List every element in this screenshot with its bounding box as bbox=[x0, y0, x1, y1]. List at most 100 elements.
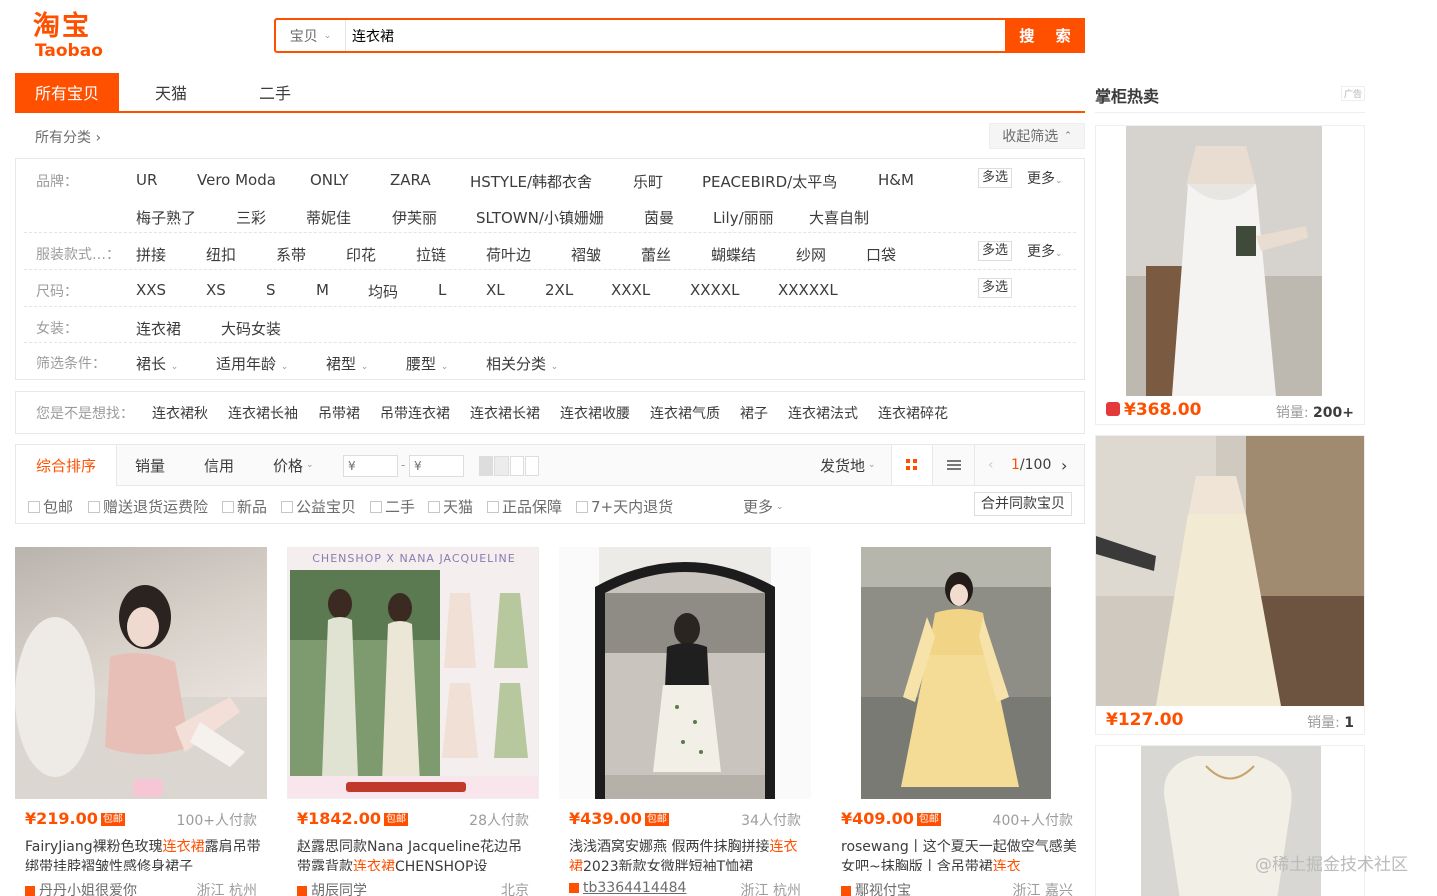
brand-option[interactable]: ONLY bbox=[310, 171, 349, 189]
multi-select-button[interactable]: 多选 bbox=[978, 241, 1013, 261]
multi-select-button[interactable]: 多选 bbox=[978, 168, 1013, 188]
product-image[interactable] bbox=[559, 547, 811, 799]
brand-option[interactable]: 伊芙丽 bbox=[392, 207, 437, 228]
list-view-icon[interactable] bbox=[933, 445, 975, 485]
related-search-link[interactable]: 吊带连衣裙 bbox=[380, 403, 450, 423]
size-option[interactable]: XXXXL bbox=[690, 281, 739, 299]
shop-link[interactable]: 胡辰同学 bbox=[297, 880, 367, 896]
prev-page-icon[interactable]: ‹ bbox=[988, 445, 994, 485]
category-option[interactable]: 大码女装 bbox=[221, 318, 281, 339]
size-option[interactable]: L bbox=[438, 281, 446, 299]
sort-credit[interactable]: 信用 bbox=[204, 445, 234, 485]
style-option[interactable]: 纱网 bbox=[796, 244, 826, 265]
option-7day-return[interactable]: 7+天内退货 bbox=[576, 496, 673, 517]
related-search-link[interactable]: 连衣裙气质 bbox=[650, 403, 720, 423]
size-option[interactable]: XXXL bbox=[611, 281, 650, 299]
size-option[interactable]: S bbox=[266, 281, 276, 299]
brand-option[interactable]: 大喜自制 bbox=[809, 207, 869, 228]
size-option[interactable]: M bbox=[316, 281, 329, 299]
size-option[interactable]: 2XL bbox=[545, 281, 573, 299]
sort-price[interactable]: 价格 ⌄ bbox=[273, 445, 314, 485]
hot-sale-image[interactable] bbox=[1096, 436, 1364, 706]
search-button[interactable]: 搜 索 bbox=[1005, 18, 1085, 53]
brand-option[interactable]: 三彩 bbox=[236, 207, 266, 228]
related-search-link[interactable]: 裙子 bbox=[740, 403, 768, 423]
related-search-link[interactable]: 连衣裙收腰 bbox=[560, 403, 630, 423]
sort-default[interactable]: 综合排序 bbox=[16, 445, 117, 486]
price-min-input[interactable]: ¥ bbox=[343, 455, 398, 477]
brand-option[interactable]: 乐町 bbox=[633, 171, 663, 192]
condition-dropdown[interactable]: 相关分类 ⌄ bbox=[486, 353, 558, 374]
option-new[interactable]: 新品 bbox=[222, 496, 267, 517]
product-title[interactable]: 浅浅酒窝安娜燕 假两件抹胸拼接连衣裙2023新款女微胖短袖T恤裙 bbox=[569, 837, 805, 871]
size-option[interactable]: XXS bbox=[136, 281, 166, 299]
option-free-shipping[interactable]: 包邮 bbox=[28, 496, 73, 517]
brand-option[interactable]: SLTOWN/小镇姗姗 bbox=[476, 207, 604, 228]
tab-tmall[interactable]: 天猫 bbox=[119, 73, 223, 111]
style-option[interactable]: 纽扣 bbox=[206, 244, 236, 265]
product-image[interactable]: CHENSHOP X NANA JACQUELINE bbox=[287, 547, 539, 799]
shop-link[interactable]: 鄢视付宝 bbox=[841, 880, 911, 896]
option-genuine[interactable]: 正品保障 bbox=[487, 496, 562, 517]
shop-link[interactable]: tb3364414484 bbox=[569, 880, 686, 896]
tab-secondhand[interactable]: 二手 bbox=[223, 73, 327, 111]
option-secondhand[interactable]: 二手 bbox=[370, 496, 415, 517]
condition-dropdown[interactable]: 裙型 ⌄ bbox=[326, 353, 368, 374]
product-title[interactable]: rosewang丨这个夏天一起做空气感美女吧~抹胸版丨含吊带裙连衣 bbox=[841, 837, 1077, 871]
style-option[interactable]: 拼接 bbox=[136, 244, 166, 265]
condition-dropdown[interactable]: 适用年龄 ⌄ bbox=[216, 353, 288, 374]
sort-sales[interactable]: 销量 bbox=[135, 445, 165, 485]
more-button[interactable]: 更多⌄ bbox=[1027, 168, 1063, 188]
related-search-link[interactable]: 连衣裙长裙 bbox=[470, 403, 540, 423]
style-option[interactable]: 蕾丝 bbox=[641, 244, 671, 265]
tab-all[interactable]: 所有宝贝 bbox=[15, 73, 119, 111]
grid-view-icon[interactable] bbox=[891, 445, 933, 485]
price-max-input[interactable]: ¥ bbox=[409, 455, 464, 477]
brand-option[interactable]: 茵曼 bbox=[644, 207, 674, 228]
size-option[interactable]: XS bbox=[206, 281, 226, 299]
style-option[interactable]: 印花 bbox=[346, 244, 376, 265]
price-range-slider-icon[interactable] bbox=[479, 456, 539, 476]
size-option[interactable]: XL bbox=[486, 281, 505, 299]
more-button[interactable]: 更多⌄ bbox=[1027, 241, 1063, 261]
merge-same-items-button[interactable]: 合并同款宝贝 bbox=[974, 492, 1072, 516]
product-card[interactable]: ¥439.00 包邮 34人付款 浅浅酒窝安娜燕 假两件抹胸拼接连衣裙2023新款… bbox=[559, 547, 811, 896]
product-card[interactable]: ¥409.00 包邮 400+人付款 rosewang丨这个夏天一起做空气感美女吧… bbox=[831, 547, 1083, 896]
product-card[interactable]: ¥219.00 包邮 100+人付款 FairyJiang裸粉色玫瑰连衣裙露肩吊带… bbox=[15, 547, 267, 896]
hot-sale-item[interactable]: ¥127.00 销量: 1 bbox=[1095, 435, 1365, 735]
related-search-link[interactable]: 吊带裙 bbox=[318, 403, 360, 423]
style-option[interactable]: 口袋 bbox=[866, 244, 896, 265]
breadcrumb[interactable]: 所有分类 › bbox=[35, 127, 101, 147]
next-page-icon[interactable]: › bbox=[1061, 445, 1067, 485]
option-return-insurance[interactable]: 赠送退货运费险 bbox=[88, 496, 208, 517]
product-title[interactable]: FairyJiang裸粉色玫瑰连衣裙露肩吊带绑带挂脖褶皱性感修身裙子 bbox=[25, 837, 261, 871]
collapse-filter-button[interactable]: 收起筛选 ⌃ bbox=[989, 123, 1085, 149]
related-search-link[interactable]: 连衣裙长袖 bbox=[228, 403, 298, 423]
multi-select-button[interactable]: 多选 bbox=[978, 278, 1013, 298]
option-charity[interactable]: 公益宝贝 bbox=[281, 496, 356, 517]
brand-option[interactable]: HSTYLE/韩都衣舍 bbox=[470, 171, 592, 192]
style-option[interactable]: 蝴蝶结 bbox=[711, 244, 756, 265]
style-option[interactable]: 褶皱 bbox=[571, 244, 601, 265]
condition-dropdown[interactable]: 腰型 ⌄ bbox=[406, 353, 448, 374]
hot-sale-item[interactable]: ¥368.00 销量: 200+ bbox=[1095, 125, 1365, 425]
brand-option[interactable]: Vero Moda bbox=[197, 171, 276, 189]
product-title[interactable]: 赵露思同款Nana Jacqueline花边吊带露背款连衣裙CHENSHOP设 bbox=[297, 837, 533, 871]
taobao-logo[interactable]: 淘宝 Taobao bbox=[33, 12, 105, 61]
related-search-link[interactable]: 连衣裙法式 bbox=[788, 403, 858, 423]
size-option[interactable]: XXXXXL bbox=[778, 281, 838, 299]
hot-sale-image[interactable] bbox=[1096, 126, 1364, 396]
ship-from-dropdown[interactable]: 发货地 ⌄ bbox=[820, 445, 876, 485]
product-card[interactable]: CHENSHOP X NANA JACQUELINE ¥1842.00 包邮 28… bbox=[287, 547, 539, 896]
product-image[interactable] bbox=[831, 547, 1083, 799]
product-image[interactable] bbox=[15, 547, 267, 799]
options-more-button[interactable]: 更多 ⌄ bbox=[743, 496, 784, 517]
brand-option[interactable]: UR bbox=[136, 171, 157, 189]
brand-option[interactable]: PEACEBIRD/太平鸟 bbox=[702, 171, 837, 192]
shop-link[interactable]: 丹丹小姐很爱你 bbox=[25, 880, 137, 896]
related-search-link[interactable]: 连衣裙碎花 bbox=[878, 403, 948, 423]
option-tmall[interactable]: 天猫 bbox=[428, 496, 473, 517]
brand-option[interactable]: ZARA bbox=[390, 171, 431, 189]
style-option[interactable]: 拉链 bbox=[416, 244, 446, 265]
style-option[interactable]: 荷叶边 bbox=[486, 244, 531, 265]
